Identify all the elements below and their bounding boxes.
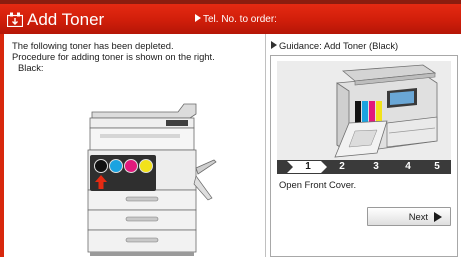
step-3: 3: [373, 161, 379, 172]
guidance-panel: 1 2 3 4 5 Open Front Cover. Next: [270, 55, 458, 257]
toner-indicator-panel: [90, 155, 156, 191]
add-toner-screen: Add Toner Tel. No. to order: The followi…: [0, 0, 461, 257]
right-arrow-icon: [434, 212, 442, 222]
guidance-title: Guidance: Add Toner (Black): [271, 40, 398, 51]
toner-circle-magenta: [124, 159, 138, 173]
toner-icon: [7, 12, 23, 27]
left-frame-border: [0, 34, 4, 257]
message-line-3: Black:: [18, 62, 44, 73]
step-instruction: Open Front Cover.: [279, 179, 357, 190]
step-5: 5: [434, 161, 440, 172]
page-title: Add Toner: [27, 10, 105, 29]
message-line-2: Procedure for adding toner is shown on t…: [12, 51, 215, 62]
toner-circle-black: [94, 159, 108, 173]
up-arrow-icon: [95, 175, 107, 189]
panel-divider: [265, 34, 266, 257]
tel-number-text: Tel. No. to order:: [203, 14, 277, 25]
depleted-message: The following toner has been depleted. P…: [12, 40, 252, 73]
step-indicator: 1 2 3 4 5: [277, 160, 451, 174]
toner-circle-cyan: [109, 159, 123, 173]
step-1: 1: [305, 161, 311, 172]
play-arrow-icon: [195, 14, 201, 22]
guidance-title-text: Guidance: Add Toner (Black): [279, 40, 399, 51]
tel-number-label: Tel. No. to order:: [195, 14, 277, 26]
open-front-cover-illustration: [277, 61, 451, 160]
guidance-image: [277, 61, 451, 160]
next-button[interactable]: Next: [367, 207, 451, 226]
message-line-1: The following toner has been depleted.: [12, 40, 174, 51]
next-button-label: Next: [408, 211, 428, 222]
step-2: 2: [339, 161, 345, 172]
header-bar: Add Toner Tel. No. to order:: [0, 4, 461, 34]
toner-circle-yellow: [139, 159, 153, 173]
play-arrow-icon: [271, 41, 277, 49]
